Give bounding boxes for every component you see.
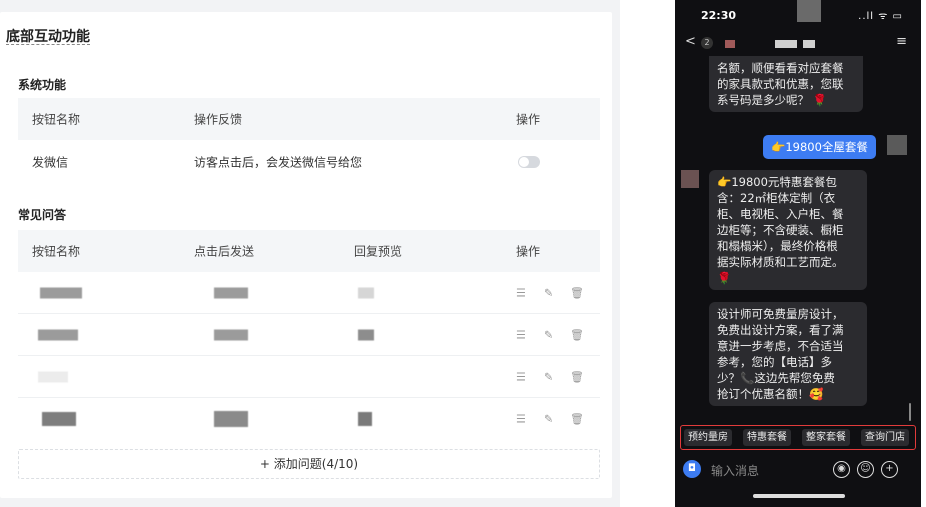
redacted-name — [42, 412, 76, 426]
header-send-content: 点击后发送 — [194, 244, 255, 259]
redacted-send — [214, 287, 248, 298]
message-line: 免费出设计方案，看了满 — [717, 323, 844, 337]
faq-section-title: 常见问答 — [18, 208, 67, 222]
quick-reply-whole-home[interactable]: 整家套餐 — [802, 429, 850, 446]
add-question-button[interactable]: + 添加问题(4/10) — [18, 449, 600, 479]
delete-icon[interactable]: 🗑 — [570, 328, 584, 341]
page-title: 底部互动功能 — [6, 29, 90, 45]
header-button-name: 按钮名称 — [32, 244, 81, 259]
system-table: 按钮名称 操作反馈 操作 发微信 访客点击后，会发送微信号给您 — [18, 98, 600, 184]
redacted-preview — [358, 412, 372, 426]
message-line: 🌹 — [717, 271, 732, 285]
faq-table: 按钮名称 点击后发送 回复预览 操作 ☰ ✎ 🗑 ☰ ✎ 🗑 ☰ ✎ 🗑 ☰ ✎… — [18, 230, 600, 440]
quick-reply-bar: 预约量房 特惠套餐 整家套餐 查询门店 — [680, 425, 916, 450]
edit-icon[interactable]: ✎ — [544, 286, 553, 299]
redacted-send — [214, 329, 248, 340]
menu-icon[interactable]: ≡ — [896, 34, 907, 49]
table-row: ☰ ✎ 🗑 — [18, 314, 600, 356]
message-line: 意进一步考虑，不合适当 — [717, 339, 844, 353]
table-row: ☰ ✎ 🗑 — [18, 272, 600, 314]
header-action: 操作 — [516, 112, 541, 127]
redacted-name — [40, 287, 82, 298]
chat-input-bar: ◘ 输入消息 ◉ ☺ + — [675, 452, 921, 488]
bot-avatar — [681, 170, 699, 188]
user-message: 👉19800全屋套餐 — [763, 135, 876, 159]
unread-badge: 2 — [701, 37, 713, 49]
header-action: 操作 — [516, 244, 541, 259]
redacted-notch — [797, 0, 821, 22]
delete-icon[interactable]: 🗑 — [570, 286, 584, 299]
quick-reply-find-store[interactable]: 查询门店 — [861, 429, 909, 446]
redacted-title — [803, 40, 815, 48]
quick-reply-book-measure[interactable]: 预约量房 — [684, 429, 732, 446]
bot-message: 设计师可免费量房设计， 免费出设计方案，看了满 意进一步考虑，不合适当 参考，您… — [709, 302, 867, 406]
emoji-icon[interactable]: ☺ — [857, 461, 874, 478]
delete-icon[interactable]: 🗑 — [570, 370, 584, 383]
edit-icon[interactable]: ✎ — [544, 328, 553, 341]
header-feedback: 操作反馈 — [194, 112, 243, 127]
voice-icon[interactable]: ◉ — [833, 461, 850, 478]
camera-icon[interactable]: ◘ — [683, 460, 701, 478]
home-indicator — [753, 494, 845, 498]
table-row: 发微信 访客点击后，会发送微信号给您 — [18, 140, 600, 184]
edit-icon[interactable]: ✎ — [544, 370, 553, 383]
drag-icon[interactable]: ☰ — [516, 286, 526, 299]
message-line: 的家具款式和优惠，您联 — [717, 77, 844, 91]
system-section-title: 系统功能 — [18, 78, 67, 92]
redacted-preview — [358, 329, 374, 340]
drag-icon[interactable]: ☰ — [516, 370, 526, 383]
drag-icon[interactable]: ☰ — [516, 413, 526, 426]
table-row: ☰ ✎ 🗑 — [18, 398, 600, 440]
title-underline — [6, 44, 90, 45]
message-line: 少？📞这边先帮您免费 — [717, 371, 835, 385]
edit-icon[interactable]: ✎ — [544, 413, 553, 426]
signal-icons: ..ll ᯤ ▭ — [858, 11, 903, 22]
header-reply-preview: 回复预览 — [354, 244, 403, 259]
message-line: 据实际材质和工艺而定。 — [717, 255, 844, 269]
message-line: 边柜等；不含硬装、橱柜 — [717, 223, 844, 237]
redacted-name — [38, 371, 68, 382]
delete-icon[interactable]: 🗑 — [570, 413, 584, 426]
redacted-avatar — [725, 40, 735, 48]
redacted-send — [214, 411, 248, 427]
message-input[interactable]: 输入消息 — [711, 462, 759, 479]
message-line: 系号码是多少呢？ 🌹 — [717, 93, 827, 107]
row-button-name: 发微信 — [32, 155, 69, 170]
drag-icon[interactable]: ☰ — [516, 328, 526, 341]
message-line: 和榻榻米），最终价格根 — [717, 239, 838, 253]
message-line: 设计师可免费量房设计， — [717, 307, 844, 321]
message-line: 参考，您的【电话】多 — [717, 355, 832, 369]
bot-message: 👉19800元特惠套餐包 含：22㎡柜体定制（衣 柜、电视柜、入户柜、餐 边柜等… — [709, 170, 867, 290]
wechat-toggle[interactable] — [518, 156, 540, 168]
bot-message: 名额，顺便看看对应套餐 的家具款式和优惠，您联 系号码是多少呢？ 🌹 — [709, 56, 863, 112]
table-row: ☰ ✎ 🗑 — [18, 356, 600, 398]
plus-icon[interactable]: + — [881, 461, 898, 478]
screenshot: 底部互动功能 系统功能 按钮名称 操作反馈 操作 发微信 访客点击后，会发送微信… — [0, 0, 926, 507]
phone-preview: 22:30 ..ll ᯤ ▭ < 2 ≡ 名额，顺便看看对应套餐 的家具款式和优… — [675, 0, 921, 507]
system-table-header: 按钮名称 操作反馈 操作 — [18, 98, 600, 140]
redacted-title — [775, 40, 797, 48]
message-line: 含：22㎡柜体定制（衣 — [717, 191, 836, 205]
chat-nav-bar: < 2 ≡ — [675, 30, 921, 56]
message-line: 抢订个优惠名额！🥰 — [717, 387, 824, 401]
message-line: 名额，顺便看看对应套餐 — [717, 61, 844, 75]
chat-scrollbar[interactable] — [909, 403, 911, 421]
row-feedback: 访客点击后，会发送微信号给您 — [194, 155, 363, 170]
message-line: 柜、电视柜、入户柜、餐 — [717, 207, 844, 221]
header-button-name: 按钮名称 — [32, 112, 81, 127]
status-time: 22:30 — [701, 9, 737, 22]
message-line: 👉19800元特惠套餐包 — [717, 175, 837, 189]
redacted-name — [38, 329, 78, 340]
back-icon[interactable]: < — [685, 34, 696, 49]
redacted-preview — [358, 287, 374, 298]
faq-table-header: 按钮名称 点击后发送 回复预览 操作 — [18, 230, 600, 272]
admin-panel: 底部互动功能 系统功能 按钮名称 操作反馈 操作 发微信 访客点击后，会发送微信… — [0, 0, 620, 507]
quick-reply-special-package[interactable]: 特惠套餐 — [743, 429, 791, 446]
user-avatar — [887, 135, 907, 155]
